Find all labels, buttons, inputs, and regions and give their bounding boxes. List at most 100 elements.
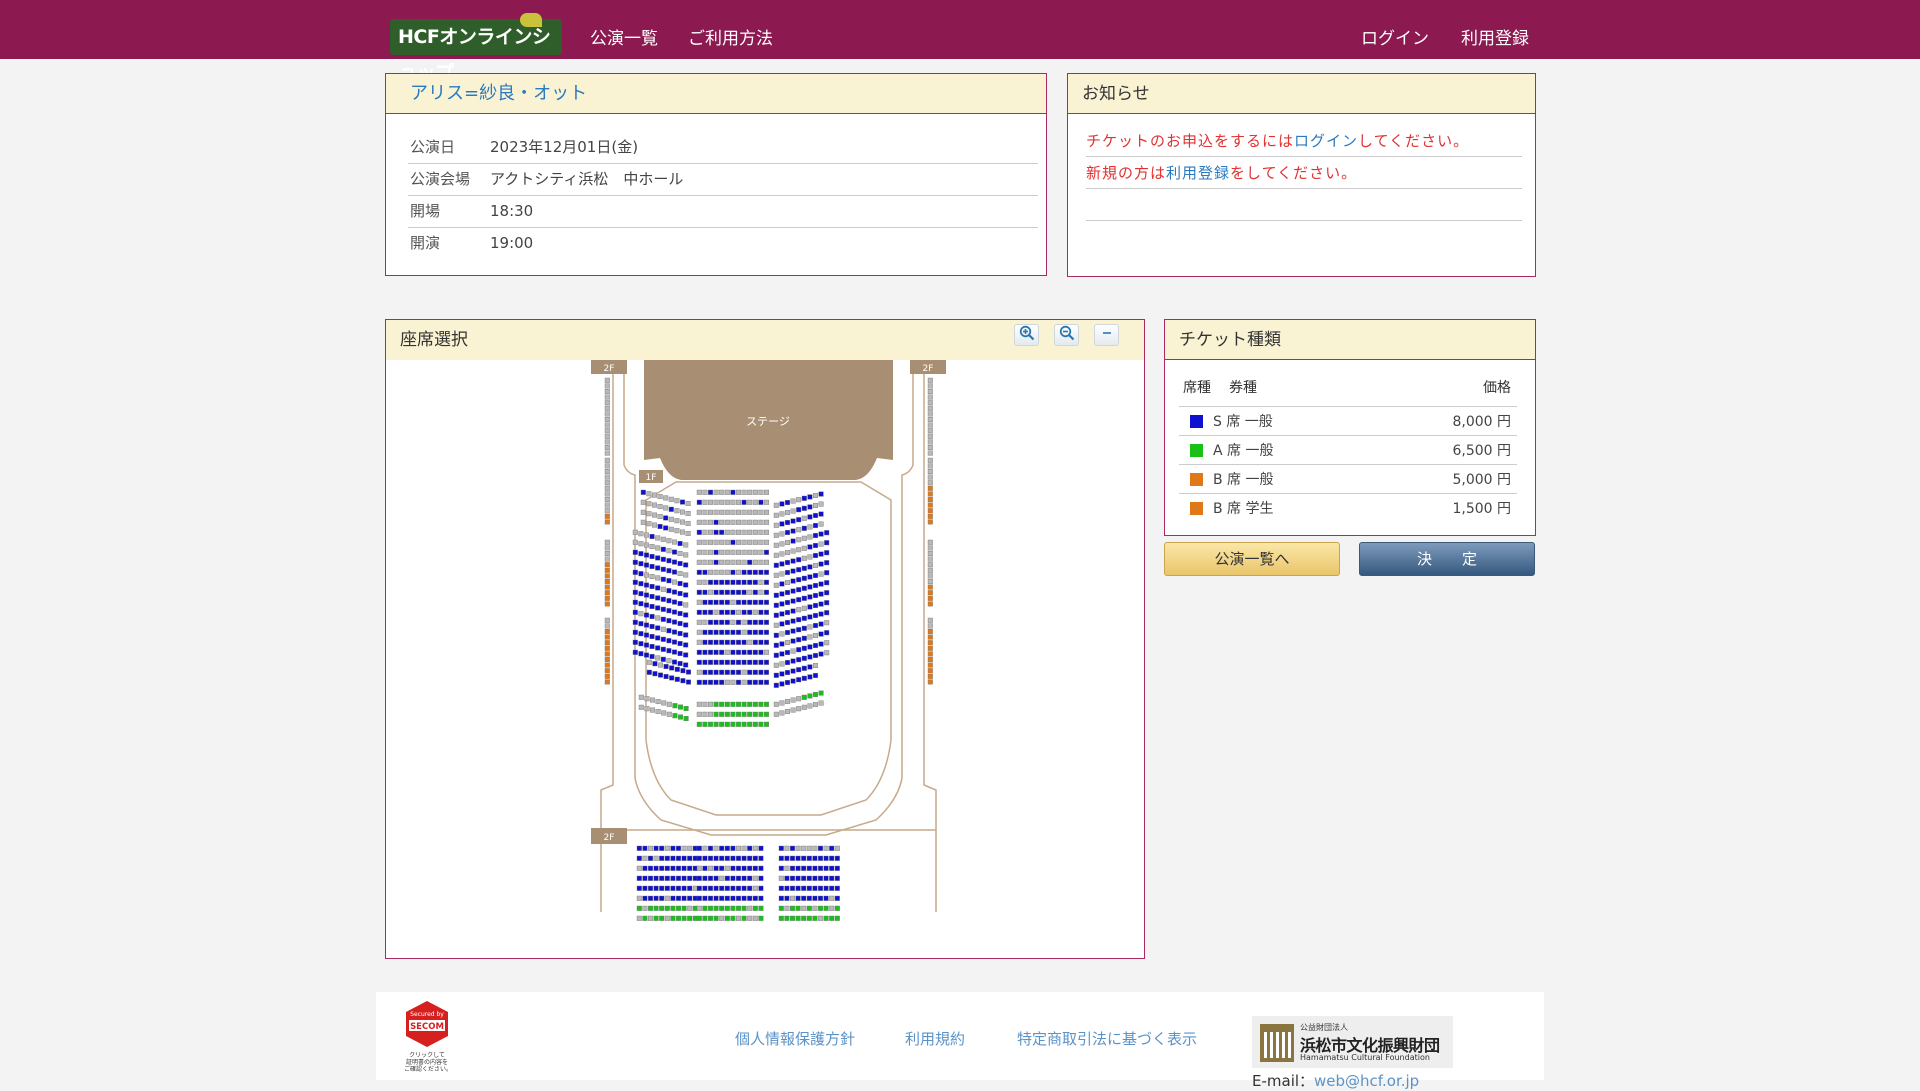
seat[interactable] [741, 855, 747, 861]
seat[interactable] [655, 545, 661, 551]
seat[interactable] [758, 529, 764, 535]
seat[interactable] [659, 895, 665, 901]
seat[interactable] [685, 520, 691, 526]
seat[interactable] [730, 559, 736, 565]
seat[interactable] [758, 895, 764, 901]
seat[interactable] [817, 875, 823, 881]
seat[interactable] [735, 629, 741, 635]
seat[interactable] [702, 509, 708, 515]
seat[interactable] [724, 845, 730, 851]
seat[interactable] [638, 531, 644, 537]
seat[interactable] [779, 511, 785, 517]
seat[interactable] [683, 602, 689, 608]
seat[interactable] [735, 549, 741, 555]
seat[interactable] [724, 639, 730, 645]
seat[interactable] [927, 417, 933, 423]
seat[interactable] [752, 529, 758, 535]
seat[interactable] [649, 613, 655, 619]
seat[interactable] [758, 855, 764, 861]
seat[interactable] [741, 549, 747, 555]
seat[interactable] [707, 659, 713, 665]
seat[interactable] [683, 622, 689, 628]
seat[interactable] [696, 559, 702, 565]
seat[interactable] [696, 679, 702, 685]
seat[interactable] [790, 578, 796, 584]
seat[interactable] [702, 669, 708, 675]
seat[interactable] [747, 629, 753, 635]
seat[interactable] [812, 875, 818, 881]
seat[interactable] [778, 845, 784, 851]
seat[interactable] [789, 905, 795, 911]
seat[interactable] [685, 530, 691, 536]
seat[interactable] [741, 569, 747, 575]
seat[interactable] [636, 845, 642, 851]
seat[interactable] [702, 559, 708, 565]
seat[interactable] [604, 428, 610, 434]
seat[interactable] [927, 513, 933, 519]
seat[interactable] [707, 599, 713, 605]
seat[interactable] [719, 559, 725, 565]
seat[interactable] [801, 555, 807, 561]
seat[interactable] [675, 845, 681, 851]
seat[interactable] [730, 669, 736, 675]
seat[interactable] [702, 855, 708, 861]
seat[interactable] [927, 519, 933, 525]
seat[interactable] [927, 496, 933, 502]
seat[interactable] [807, 524, 813, 530]
seat[interactable] [683, 542, 689, 548]
seat[interactable] [677, 641, 683, 647]
seat[interactable] [779, 641, 785, 647]
seat[interactable] [823, 895, 829, 901]
seat[interactable] [649, 603, 655, 609]
seat[interactable] [747, 549, 753, 555]
seat[interactable] [801, 655, 807, 661]
seat[interactable] [747, 579, 753, 585]
seat[interactable] [724, 659, 730, 665]
seat[interactable] [817, 895, 823, 901]
seat[interactable] [674, 498, 680, 504]
seat[interactable] [752, 549, 758, 555]
seat[interactable] [818, 631, 824, 637]
seat[interactable] [801, 694, 807, 700]
seat[interactable] [801, 535, 807, 541]
seat[interactable] [604, 411, 610, 417]
seat[interactable] [646, 521, 652, 527]
seat[interactable] [927, 491, 933, 497]
seat[interactable] [763, 649, 769, 655]
seat[interactable] [795, 905, 801, 911]
seat[interactable] [730, 679, 736, 685]
seat[interactable] [824, 570, 830, 576]
seat[interactable] [696, 845, 702, 851]
seat[interactable] [752, 711, 758, 717]
seat[interactable] [730, 599, 736, 605]
seat-map[interactable]: ステージ 2F 2F 1F 2F [591, 360, 946, 955]
seat[interactable] [638, 631, 644, 637]
seat[interactable] [646, 501, 652, 507]
seat[interactable] [636, 915, 642, 921]
seat[interactable] [687, 875, 693, 881]
seat[interactable] [763, 579, 769, 585]
seat[interactable] [790, 508, 796, 514]
seat[interactable] [632, 599, 638, 605]
seat[interactable] [604, 668, 610, 674]
seat[interactable] [752, 875, 758, 881]
seat[interactable] [817, 845, 823, 851]
seat[interactable] [707, 489, 713, 495]
seat[interactable] [735, 559, 741, 565]
seat[interactable] [735, 895, 741, 901]
seat[interactable] [655, 555, 661, 561]
seat[interactable] [687, 855, 693, 861]
seat[interactable] [824, 590, 830, 596]
seat[interactable] [927, 651, 933, 657]
seat[interactable] [646, 511, 652, 517]
seat[interactable] [730, 619, 736, 625]
seat[interactable] [779, 621, 785, 627]
seat[interactable] [702, 639, 708, 645]
seat[interactable] [773, 652, 779, 658]
seat[interactable] [789, 865, 795, 871]
seat[interactable] [735, 499, 741, 505]
seat[interactable] [758, 579, 764, 585]
seat[interactable] [653, 895, 659, 901]
seat[interactable] [648, 845, 654, 851]
seat[interactable] [796, 706, 802, 712]
